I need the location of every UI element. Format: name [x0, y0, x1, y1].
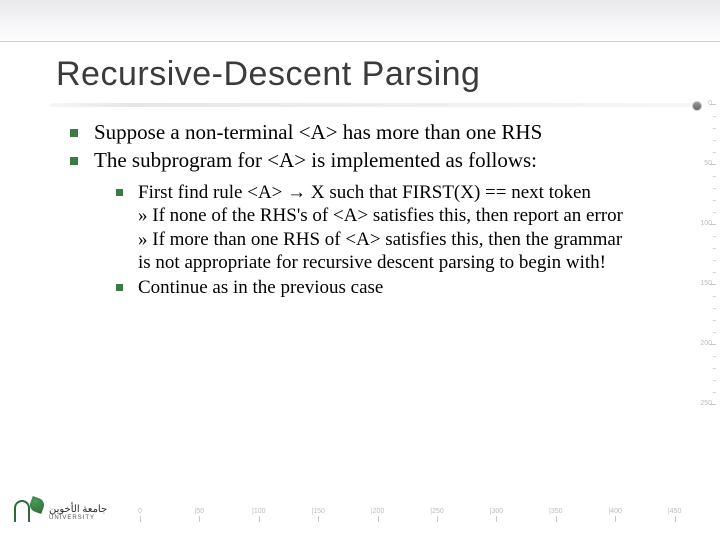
ruler-label: |150 — [311, 508, 325, 515]
ruler-label: |300 — [490, 508, 504, 515]
logo-text-english: UNIVERSITY — [49, 515, 107, 521]
ruler-label: 0 — [698, 100, 712, 107]
bullet-square-icon — [70, 120, 94, 146]
bullet-level2: Continue as in the previous case — [116, 276, 630, 299]
ruler-label: 200 — [698, 340, 712, 347]
ruler-label: 150 — [698, 280, 712, 287]
bullet-level1: Suppose a non-terminal <A> has more than… — [70, 120, 630, 146]
bullet-square-icon — [116, 181, 138, 274]
ruler-label: |350 — [549, 508, 563, 515]
ruler-label: |200 — [371, 508, 385, 515]
ruler-label: |400 — [608, 508, 622, 515]
ruler-label: 100 — [698, 220, 712, 227]
ruler-label: |100 — [252, 508, 266, 515]
vertical-ruler: 0 50 100 150 200 250 — [696, 104, 716, 484]
bullet-square-icon — [70, 148, 94, 174]
ruler-label: |50 — [195, 508, 205, 515]
logo-mark-icon — [10, 498, 44, 528]
slide-body: Suppose a non-terminal <A> has more than… — [70, 120, 630, 301]
title-underline — [50, 103, 700, 107]
ruler-label: |250 — [430, 508, 444, 515]
ruler-label: 0 — [138, 508, 142, 515]
horizontal-ruler: 0 |50 |100 |150 |200 |250 |300 |350 |400… — [140, 502, 680, 522]
bullet-text: Suppose a non-terminal <A> has more than… — [94, 120, 630, 146]
bullet-square-icon — [116, 276, 138, 299]
university-logo: جامعة الأخوين UNIVERSITY — [10, 496, 120, 530]
ruler-label: |450 — [668, 508, 682, 515]
bullet-text: The subprogram for <A> is implemented as… — [94, 148, 630, 174]
bullet-text: First find rule <A> → X such that FIRST(… — [138, 181, 630, 274]
ruler-label: 250 — [698, 400, 712, 407]
bullet-level2: First find rule <A> → X such that FIRST(… — [116, 181, 630, 274]
bullet-text: Continue as in the previous case — [138, 276, 630, 299]
bullet-level1: The subprogram for <A> is implemented as… — [70, 148, 630, 174]
logo-text-arabic: جامعة الأخوين — [49, 505, 107, 515]
ruler-label: 50 — [698, 160, 712, 167]
slide-title: Recursive-Descent Parsing — [56, 55, 480, 94]
header-gradient — [0, 0, 720, 42]
sub-bullet-group: First find rule <A> → X such that FIRST(… — [116, 181, 630, 299]
